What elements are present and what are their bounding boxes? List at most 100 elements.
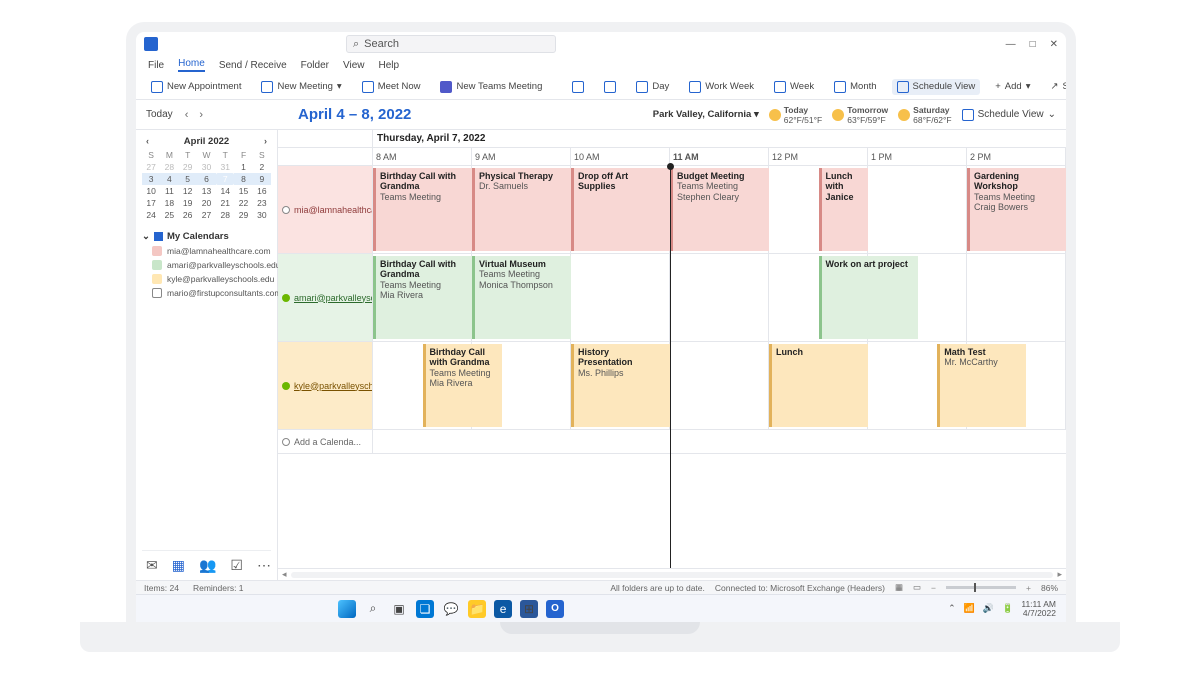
zoom-slider[interactable] [946, 586, 1016, 589]
mini-cal-prev-button[interactable]: ‹ [146, 136, 149, 146]
search-input[interactable]: ⌕ Search [346, 35, 556, 53]
horizontal-scrollbar[interactable]: ◂▸ [278, 568, 1066, 580]
meet-now-button[interactable]: Meet Now [357, 79, 426, 95]
calendar-event[interactable]: Physical TherapyDr. Samuels [472, 168, 571, 251]
add-calendar-row[interactable]: Add a Calenda... [278, 430, 373, 453]
mini-cal-day[interactable]: 7 [216, 173, 234, 185]
mini-cal-day[interactable]: 29 [234, 209, 252, 221]
chat-icon[interactable]: 💬 [442, 600, 460, 618]
window-maximize-button[interactable]: □ [1030, 39, 1036, 50]
mini-cal-day[interactable]: 9 [253, 173, 271, 185]
new-meeting-button[interactable]: New Meeting ▾ [256, 79, 346, 95]
wifi-icon[interactable]: 📶 [964, 603, 975, 614]
mini-cal-day[interactable]: 21 [216, 197, 234, 209]
calendar-nav-button[interactable]: ▦ [172, 557, 185, 574]
mini-cal-day[interactable]: 19 [179, 197, 197, 209]
explorer-icon[interactable]: 📁 [468, 600, 486, 618]
mini-cal-day[interactable]: 12 [179, 185, 197, 197]
tasks-nav-button[interactable]: ☑ [230, 557, 243, 574]
work-week-button[interactable]: Work Week [684, 79, 759, 95]
view-reading-icon[interactable]: ▭ [913, 582, 921, 593]
mini-cal-day[interactable]: 18 [160, 197, 178, 209]
share-button[interactable]: ↗ Share ▾ [1045, 79, 1076, 94]
today-icon-button[interactable] [567, 79, 589, 95]
calendar-event[interactable]: History PresentationMs. Phillips [571, 344, 670, 427]
calendar-event[interactable]: Budget MeetingTeams MeetingStephen Clear… [670, 168, 769, 251]
window-minimize-button[interactable]: — [1006, 39, 1016, 50]
calendar-event[interactable]: Lunch with Janice [819, 168, 869, 251]
battery-icon[interactable]: 🔋 [1002, 603, 1013, 614]
mini-cal-day[interactable]: 5 [179, 173, 197, 185]
mini-cal-next-button[interactable]: › [264, 136, 267, 146]
window-close-button[interactable]: ✕ [1050, 39, 1058, 50]
mini-cal-day[interactable]: 23 [253, 197, 271, 209]
mini-cal-day[interactable]: 11 [160, 185, 178, 197]
today-button[interactable]: Today [146, 109, 173, 120]
nav-overflow-button[interactable]: ⋯ [257, 557, 271, 574]
mini-cal-day[interactable]: 22 [234, 197, 252, 209]
day-button[interactable]: Day [631, 79, 674, 95]
person-label[interactable]: kyle@parkvalleysch [278, 342, 373, 429]
mini-cal-day[interactable]: 13 [197, 185, 216, 197]
taskbar-search-icon[interactable]: ⌕ [364, 600, 382, 618]
new-appointment-button[interactable]: New Appointment [146, 79, 246, 95]
menu-help[interactable]: Help [379, 60, 400, 71]
mail-nav-button[interactable]: ✉ [146, 557, 158, 574]
tray-chevron-icon[interactable]: ⌃ [948, 603, 956, 614]
mini-cal-day[interactable]: 30 [197, 161, 216, 173]
calendar-event[interactable]: Birthday Call with GrandmaTeams Meeting [373, 168, 472, 251]
mini-cal-day[interactable]: 4 [160, 173, 178, 185]
weather-today[interactable]: Today62°F/51°F [769, 105, 822, 125]
mini-cal-day[interactable]: 27 [197, 209, 216, 221]
calendar-event[interactable]: Birthday Call with GrandmaTeams MeetingM… [373, 256, 472, 339]
mini-calendar[interactable]: SMTWTFS 27282930311234567891011121314151… [142, 149, 271, 221]
outlook-taskbar-icon[interactable]: O [546, 600, 564, 618]
people-nav-button[interactable]: 👥 [199, 557, 216, 574]
mini-cal-day[interactable]: 28 [216, 209, 234, 221]
menu-send-receive[interactable]: Send / Receive [219, 60, 287, 71]
person-label[interactable]: mia@lamnahealthcare.com [278, 166, 373, 253]
start-button[interactable] [338, 600, 356, 618]
week-button[interactable]: Week [769, 79, 819, 95]
mini-cal-day[interactable]: 16 [253, 185, 271, 197]
add-button[interactable]: + Add ▾ [990, 79, 1035, 94]
menu-folder[interactable]: Folder [301, 60, 329, 71]
mini-cal-day[interactable]: 24 [142, 209, 160, 221]
volume-icon[interactable]: 🔊 [983, 603, 994, 614]
taskbar-clock[interactable]: 11:11 AM 4/7/2022 [1021, 600, 1056, 617]
calendar-event[interactable]: Birthday Call with GrandmaTeams MeetingM… [423, 344, 502, 427]
mini-cal-day[interactable]: 14 [216, 185, 234, 197]
menu-file[interactable]: File [148, 60, 164, 71]
mini-cal-day[interactable]: 30 [253, 209, 271, 221]
edge-icon[interactable]: e [494, 600, 512, 618]
calendar-item[interactable]: kyle@parkvalleyschools.edu [142, 274, 271, 284]
next-period-button[interactable]: › [195, 109, 207, 121]
my-calendars-toggle[interactable]: ⌄ My Calendars [142, 231, 271, 242]
calendar-event[interactable]: Virtual MuseumTeams MeetingMonica Thomps… [472, 256, 571, 339]
schedule-view-dropdown[interactable]: Schedule View ⌄ [962, 109, 1056, 121]
widgets-icon[interactable]: ❏ [416, 600, 434, 618]
store-icon[interactable]: ⊞ [520, 600, 538, 618]
mini-cal-day[interactable]: 2 [253, 161, 271, 173]
mini-cal-day[interactable]: 15 [234, 185, 252, 197]
weather-tomorrow[interactable]: Tomorrow63°F/59°F [832, 105, 888, 125]
task-view-icon[interactable]: ▣ [390, 600, 408, 618]
schedule-view-button[interactable]: Schedule View [892, 79, 981, 95]
mini-cal-day[interactable]: 10 [142, 185, 160, 197]
calendar-event[interactable]: Gardening WorkshopTeams MeetingCraig Bow… [967, 168, 1066, 251]
view-normal-icon[interactable]: ▦ [895, 582, 903, 593]
calendar-event[interactable]: Math TestMr. McCarthy [937, 344, 1026, 427]
mini-cal-day[interactable]: 26 [179, 209, 197, 221]
calendar-event[interactable]: Drop off Art Supplies [571, 168, 670, 251]
month-button[interactable]: Month [829, 79, 881, 95]
menu-view[interactable]: View [343, 60, 365, 71]
mini-cal-day[interactable]: 3 [142, 173, 160, 185]
mini-cal-day[interactable]: 6 [197, 173, 216, 185]
mini-cal-day[interactable]: 1 [234, 161, 252, 173]
person-label[interactable]: amari@parkvalleysc [278, 254, 373, 341]
mini-cal-day[interactable]: 27 [142, 161, 160, 173]
calendar-item[interactable]: mario@firstupconsultants.com [142, 288, 271, 298]
next7-icon-button[interactable] [599, 79, 621, 95]
mini-cal-day[interactable]: 8 [234, 173, 252, 185]
mini-cal-day[interactable]: 25 [160, 209, 178, 221]
